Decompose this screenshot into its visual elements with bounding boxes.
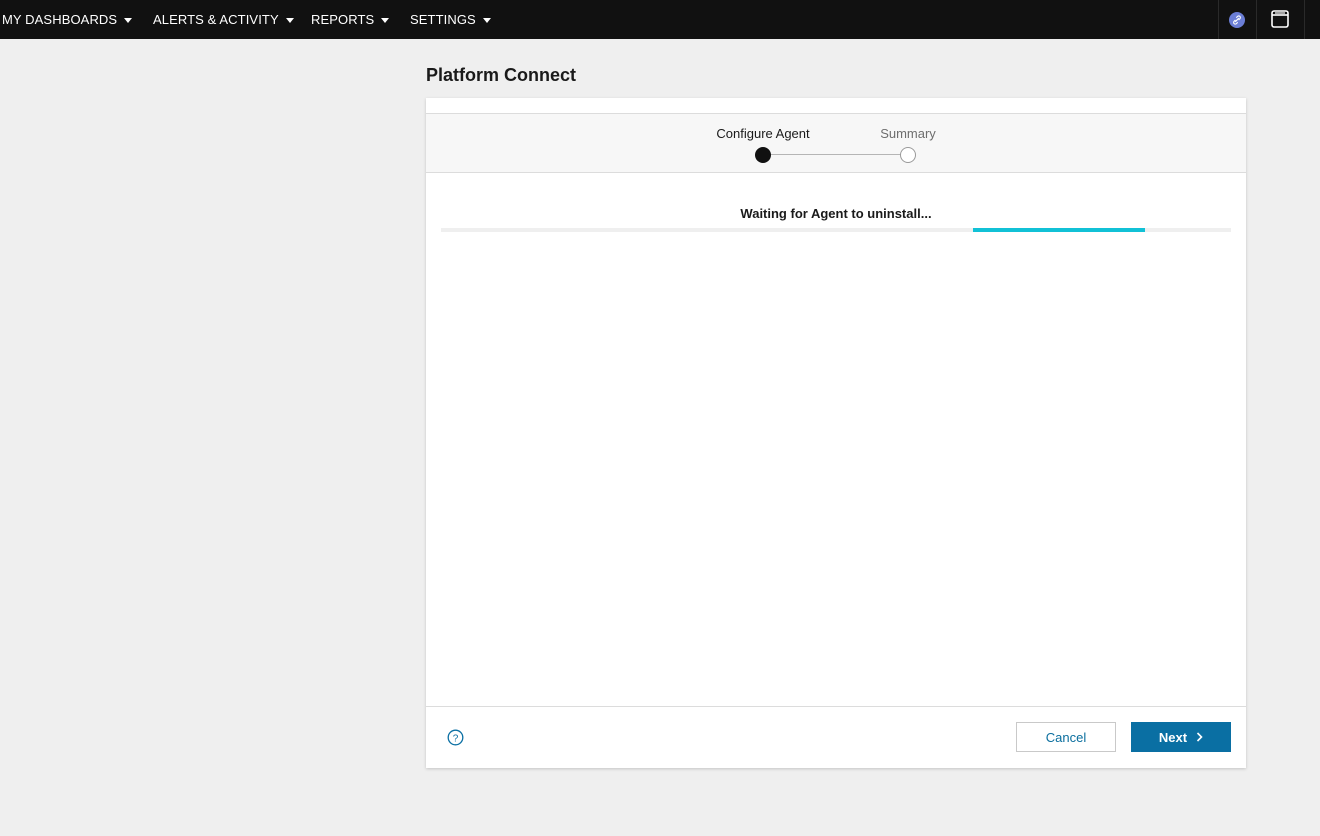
next-button-label: Next	[1158, 729, 1188, 745]
step-summary-label: Summary	[880, 126, 936, 141]
nav-divider	[1218, 0, 1219, 39]
page-title: Platform Connect	[426, 65, 577, 85]
nav-reports[interactable]: REPORTS	[311, 0, 390, 39]
nav-my-dashboards[interactable]: MY DASHBOARDS	[2, 0, 133, 39]
step-configure-agent-label: Configure Agent	[716, 126, 810, 141]
link-icon[interactable]	[1229, 12, 1245, 28]
caret-down-icon	[285, 17, 294, 23]
nav-alerts-activity-label: ALERTS & ACTIVITY	[153, 12, 279, 27]
cancel-button[interactable]: Cancel	[1016, 722, 1116, 752]
wizard-card: Configure Agent Summary Waiting for Agen…	[426, 98, 1246, 768]
nav-reports-label: REPORTS	[311, 12, 375, 27]
progress-bar-fill	[972, 228, 1145, 232]
caret-down-icon	[124, 17, 133, 23]
svg-text:?: ?	[453, 733, 459, 744]
status-message: Waiting for Agent to uninstall...	[740, 206, 932, 221]
nav-alerts-activity[interactable]: ALERTS & ACTIVITY	[153, 0, 294, 39]
next-button[interactable]: Next	[1131, 722, 1231, 752]
nav-my-dashboards-label: MY DASHBOARDS	[2, 12, 118, 27]
caret-down-icon	[381, 17, 390, 23]
chevron-right-icon	[1197, 732, 1203, 742]
panel-icon[interactable]	[1270, 9, 1290, 29]
step-configure-agent-dot	[755, 147, 771, 163]
wizard-footer: ? Cancel Next	[426, 706, 1246, 768]
nav-divider	[1304, 0, 1305, 39]
step-summary-dot	[900, 147, 916, 163]
nav-settings[interactable]: SETTINGS	[410, 0, 491, 39]
wizard-stepper: Configure Agent Summary	[426, 113, 1246, 173]
progress-bar	[441, 228, 1231, 232]
caret-down-icon	[482, 17, 491, 23]
nav-divider	[1256, 0, 1257, 39]
nav-settings-label: SETTINGS	[410, 12, 476, 27]
question-circle-icon[interactable]: ?	[447, 729, 464, 746]
step-connector-line	[763, 154, 908, 155]
top-nav-bar: MY DASHBOARDS ALERTS & ACTIVITY REPORTS …	[0, 0, 1320, 39]
